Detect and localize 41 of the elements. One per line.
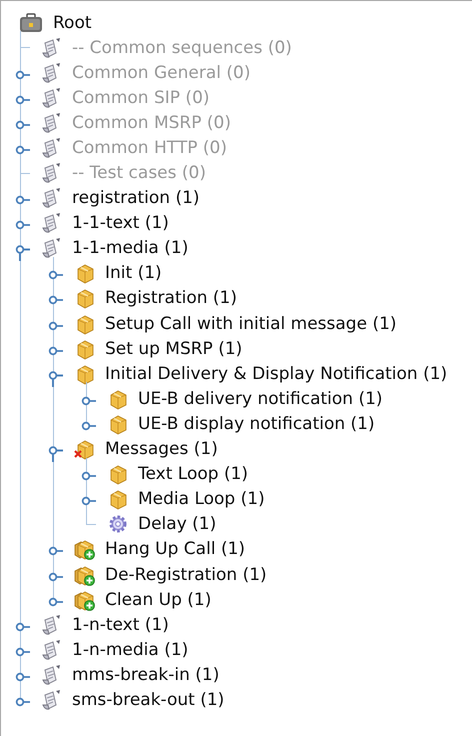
box-with-cross-icon [74,438,96,460]
node-label[interactable]: UE-B display notification (1) [138,414,375,434]
scroll-icon [41,237,63,260]
scroll-icon [41,86,63,109]
node-label[interactable]: 1-1-text (1) [72,213,169,234]
scroll-icon [41,638,63,661]
node-label[interactable]: Initial Delivery & Display Notification (1) [105,364,448,384]
node-label[interactable]: mms-break-in (1) [72,664,220,685]
scroll-icon [41,62,63,84]
node-label[interactable]: Root [53,12,92,32]
node-label[interactable]: Media Loop (1) [138,489,265,510]
node-label[interactable]: De-Registration (1) [105,564,267,585]
scroll-icon [41,136,63,159]
node-label[interactable]: Init (1) [105,263,162,284]
box-with-plus-icon [74,538,96,560]
node-label[interactable]: Setup Call with initial message (1) [105,314,397,334]
scroll-icon [41,162,63,184]
box-with-plus-icon [74,564,96,586]
scroll-icon [41,212,63,234]
node-label[interactable]: sms-break-out (1) [72,690,224,710]
scroll-icon [41,112,63,134]
node-label[interactable]: Text Loop (1) [138,464,248,484]
node-label[interactable]: Set up MSRP (1) [105,338,242,359]
scroll-icon [41,688,63,711]
node-label[interactable]: Messages (1) [105,439,218,460]
node-label[interactable]: 1-n-text (1) [72,614,169,635]
node-label[interactable]: 1-1-media (1) [72,238,188,258]
node-label[interactable]: UE-B delivery notification (1) [138,388,383,409]
node-label[interactable]: registration (1) [72,188,200,208]
scroll-icon [41,614,63,636]
node-label[interactable]: 1-n-media (1) [72,640,188,660]
briefcase-icon [19,12,43,32]
box-with-plus-icon [74,588,96,611]
node-label[interactable]: Clean Up (1) [105,590,212,610]
gear-icon [107,513,129,536]
node-label[interactable]: Delay (1) [138,514,216,534]
node-label[interactable]: Registration (1) [105,288,237,308]
node-label[interactable]: Hang Up Call (1) [105,539,246,560]
scroll-icon [41,36,63,59]
scroll-icon [41,187,63,210]
scroll-icon [41,664,63,686]
